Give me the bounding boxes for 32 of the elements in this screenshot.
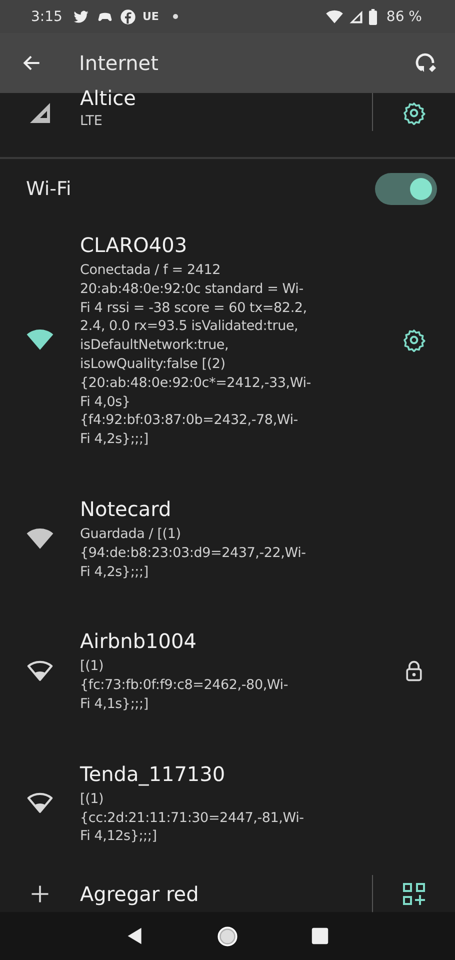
network-details: [(1) {fc:73:fb:0f:f9:c8=2462,-80,Wi- Fi 4,1s};;;]: [80, 657, 289, 714]
wifi-signal-icon: [326, 10, 344, 24]
network-name[interactable]: Airbnb1004: [80, 628, 373, 654]
clock: 3:15: [31, 8, 62, 24]
network-details: [(1) {cc:2d:21:11:71:30=2447,-81,Wi- Fi 4,12s};;;]: [80, 790, 305, 846]
screen-title: Internet: [79, 51, 158, 75]
notification-label: UE: [142, 10, 159, 23]
home-circle-icon[interactable]: [216, 926, 238, 946]
network-name[interactable]: Altice: [80, 86, 372, 110]
battery-icon: [369, 8, 378, 24]
network-details: Guardada / [(1) {94:de:b8:23:03:d9=2437,-22,Wi- Fi 4,2s};;;]: [80, 524, 307, 582]
network-name[interactable]: CLARO403: [80, 232, 373, 258]
bird-icon: [72, 8, 90, 24]
battery-percent: 86 %: [386, 8, 422, 24]
qr-code-scan-icon[interactable]: [402, 882, 426, 906]
network-type: LTE: [80, 113, 104, 129]
cell-signal-icon: [28, 101, 52, 125]
add-network-link[interactable]: Agregar red: [80, 882, 199, 906]
plus-icon: [29, 883, 51, 906]
circle-f-icon: [120, 8, 136, 24]
wifi-switch[interactable]: [375, 173, 437, 205]
overview-square-icon[interactable]: [310, 927, 329, 945]
cell-signal-icon: [349, 10, 364, 24]
network-name[interactable]: Tenda_117130: [80, 760, 373, 787]
more-notifications-icon: [172, 14, 178, 19]
network-details: Conectada / f = 2412 20:ab:48:0e:92:0c standard = Wi- Fi 4 rssi = -38 score = 60 tx=82.2, 2.4, 0.0 rx=93.5 isValidated:true, isDefaultNetwork:true, isLowQuality:false [(2) {20:ab:48:0e:92:0c*=2412,-33,Wi- Fi 4,0s} {f4:92:bf:03:87:0b=2432,-78,Wi- Fi 4,2s};;;]: [80, 261, 312, 449]
back-triangle-icon[interactable]: [126, 926, 144, 946]
network-name[interactable]: Notecard: [80, 496, 373, 522]
refresh-icon[interactable]: [414, 51, 438, 75]
wifi-label: Wi-Fi: [26, 178, 72, 200]
settings-icon[interactable]: [402, 328, 426, 352]
settings-icon[interactable]: [402, 101, 426, 125]
